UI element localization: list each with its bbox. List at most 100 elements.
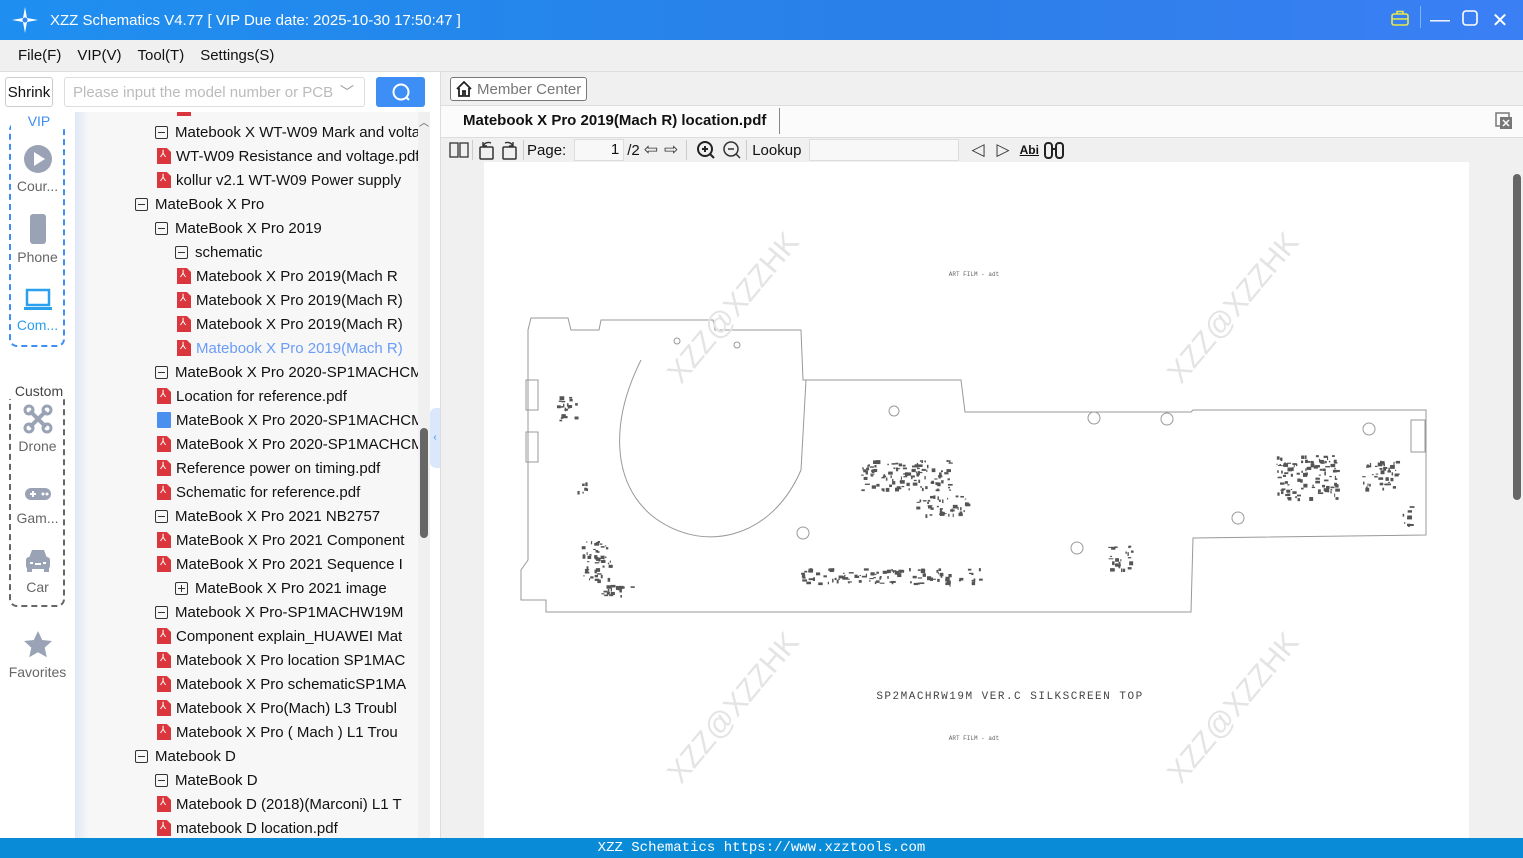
tree-item[interactable]: Matebook X Pro-SP1MACHW19M — [155, 600, 403, 624]
tree-item[interactable]: MateBook X Pro 2021 NB2757 — [155, 504, 380, 528]
category-phone[interactable]: Phone — [0, 213, 75, 265]
page-number-input[interactable]: 1 — [574, 139, 625, 161]
two-page-view-icon[interactable] — [449, 139, 469, 161]
shrink-button[interactable]: Shrink — [5, 77, 53, 107]
zoom-out-icon[interactable] — [722, 139, 742, 161]
rotate-right-icon[interactable] — [498, 139, 520, 161]
pcb-component — [823, 575, 827, 578]
tree-item[interactable]: kollur v2.1 WT-W09 Power supply — [157, 168, 401, 192]
find-next-icon[interactable]: ▷ — [997, 139, 1010, 161]
model-search-input[interactable] — [73, 83, 338, 101]
vip-briefcase-icon[interactable] — [1385, 9, 1415, 32]
pcb-component — [916, 501, 921, 503]
maximize-button[interactable] — [1455, 9, 1485, 32]
collapse-icon[interactable] — [155, 125, 168, 139]
search-button[interactable] — [376, 77, 425, 107]
tree-item[interactable]: Matebook X Pro 2019(Mach R) — [177, 288, 403, 312]
chevron-down-icon[interactable]: ﹀ — [340, 82, 354, 102]
tree-item[interactable]: schematic — [175, 240, 263, 264]
tree-item[interactable]: MateBook X Pro 2021 Component — [157, 528, 404, 552]
pcb-component — [909, 568, 911, 572]
tree-item[interactable]: MateBook X Pro 2020-SP1MACHCM — [157, 408, 418, 432]
category-courses[interactable]: Cour... — [0, 144, 75, 194]
favorites-button[interactable]: Favorites — [0, 630, 75, 680]
collapse-icon[interactable] — [175, 245, 188, 259]
tree-item[interactable]: MateBook X Pro 2019 — [155, 216, 322, 240]
pcb-component — [1377, 462, 1383, 467]
collapse-icon[interactable] — [155, 509, 168, 523]
menu-file[interactable]: File(F) — [18, 47, 61, 64]
tree-item[interactable]: matebook D location.pdf — [157, 816, 338, 838]
pdf-icon — [157, 652, 171, 668]
tree-item[interactable]: MateBook D — [155, 768, 258, 792]
tree-item[interactable]: Matebook X Pro 2019(Mach R) — [177, 336, 403, 360]
model-search-box[interactable]: ﹀ — [64, 77, 365, 107]
pcb-component — [1322, 468, 1326, 472]
document-tab[interactable]: Matebook X Pro 2019(Mach R) location.pdf — [463, 112, 766, 129]
member-center-button[interactable]: Member Center — [450, 77, 588, 101]
menu-tool[interactable]: Tool(T) — [138, 47, 185, 64]
pcb-component — [597, 579, 601, 584]
tree-item[interactable]: Matebook X WT-W09 Mark and voltage — [155, 120, 418, 144]
collapse-icon[interactable] — [155, 773, 168, 787]
menu-vip[interactable]: VIP(V) — [77, 47, 121, 64]
pcb-component — [585, 482, 588, 487]
pdf-page[interactable]: ART FILM - adt SP2MACHRW19M VER.C SILKSC… — [484, 162, 1469, 838]
tree-item[interactable]: MateBook X Pro 2021 image — [175, 576, 387, 600]
tree-item[interactable]: Matebook X Pro(Mach) L3 Troubl — [157, 696, 397, 720]
collapse-icon[interactable] — [135, 197, 148, 211]
collapse-icon[interactable] — [135, 749, 148, 763]
pcb-component — [1334, 493, 1336, 497]
tree-item[interactable]: Location for reference.pdf — [157, 384, 347, 408]
next-page-arrow-icon[interactable]: ⇨ — [664, 139, 678, 161]
pcb-component — [939, 572, 944, 577]
zoom-in-icon[interactable] — [696, 139, 716, 161]
tree-item[interactable]: Matebook X Pro 2019(Mach R) — [177, 312, 403, 336]
close-all-tabs-icon[interactable] — [1495, 112, 1513, 130]
category-computer[interactable]: Com... — [0, 287, 75, 333]
collapse-icon[interactable] — [155, 605, 168, 619]
category-car[interactable]: Car — [0, 545, 75, 595]
pcb-component — [920, 486, 923, 488]
tree-item[interactable]: MateBook X Pro 2020-SP1MACHCM — [155, 360, 418, 384]
tree-item[interactable]: Matebook D — [135, 744, 236, 768]
page-scrollbar-thumb[interactable] — [1513, 174, 1521, 500]
pcb-component — [1301, 460, 1304, 464]
match-case-abi-button[interactable]: Abi — [1020, 143, 1039, 157]
previous-page-arrow-icon[interactable]: ⇦ — [644, 139, 658, 161]
find-previous-icon[interactable]: ◁ — [971, 139, 984, 161]
tree-item[interactable]: Matebook X Pro location SP1MAC — [157, 648, 405, 672]
tree-item[interactable]: MateBook X Pro 2021 Sequence I — [157, 552, 403, 576]
tree-item[interactable]: MateBook X Pro — [135, 192, 264, 216]
collapse-icon[interactable] — [155, 221, 168, 235]
tree-scrollbar[interactable]: ︿ — [418, 112, 430, 838]
collapse-panel-handle[interactable]: ‹ — [430, 408, 440, 468]
tree-item[interactable]: Component explain_HUAWEI Mat — [157, 624, 402, 648]
binoculars-find-icon[interactable] — [1043, 139, 1065, 161]
scroll-up-icon[interactable]: ︿ — [419, 114, 429, 129]
pcb-component — [940, 576, 943, 578]
tree-item[interactable]: Matebook X Pro 2019(Mach R — [177, 264, 398, 288]
tree-item[interactable]: Matebook D (2018)(Marconi) L1 T — [157, 792, 402, 816]
tree-item[interactable]: Matebook X Pro ( Mach ) L1 Trou — [157, 720, 398, 744]
pcb-component — [896, 468, 901, 470]
expand-icon[interactable] — [175, 581, 188, 595]
pcb-component — [952, 513, 954, 518]
rotate-left-icon[interactable] — [476, 139, 498, 161]
category-game[interactable]: Gam... — [0, 482, 75, 526]
tree-scrollbar-thumb[interactable] — [420, 428, 428, 538]
minimize-button[interactable]: — — [1425, 9, 1455, 32]
pcb-component — [581, 546, 586, 550]
tree-item[interactable]: WT-W09 Resistance and voltage.pdf — [157, 144, 418, 168]
page-scrollbar[interactable] — [1510, 162, 1523, 838]
pcb-component — [609, 594, 614, 597]
close-button[interactable]: ✕ — [1485, 8, 1515, 33]
category-drone[interactable]: Drone — [0, 404, 75, 454]
menu-settings[interactable]: Settings(S) — [200, 47, 274, 64]
tree-item[interactable]: Schematic for reference.pdf — [157, 480, 360, 504]
tree-item[interactable]: Matebook X Pro schematicSP1MA — [157, 672, 406, 696]
tree-item[interactable]: MateBook X Pro 2020-SP1MACHCM — [157, 432, 418, 456]
collapse-icon[interactable] — [155, 365, 168, 379]
tree-item[interactable]: Reference power on timing.pdf — [157, 456, 380, 480]
lookup-input[interactable] — [809, 139, 960, 161]
